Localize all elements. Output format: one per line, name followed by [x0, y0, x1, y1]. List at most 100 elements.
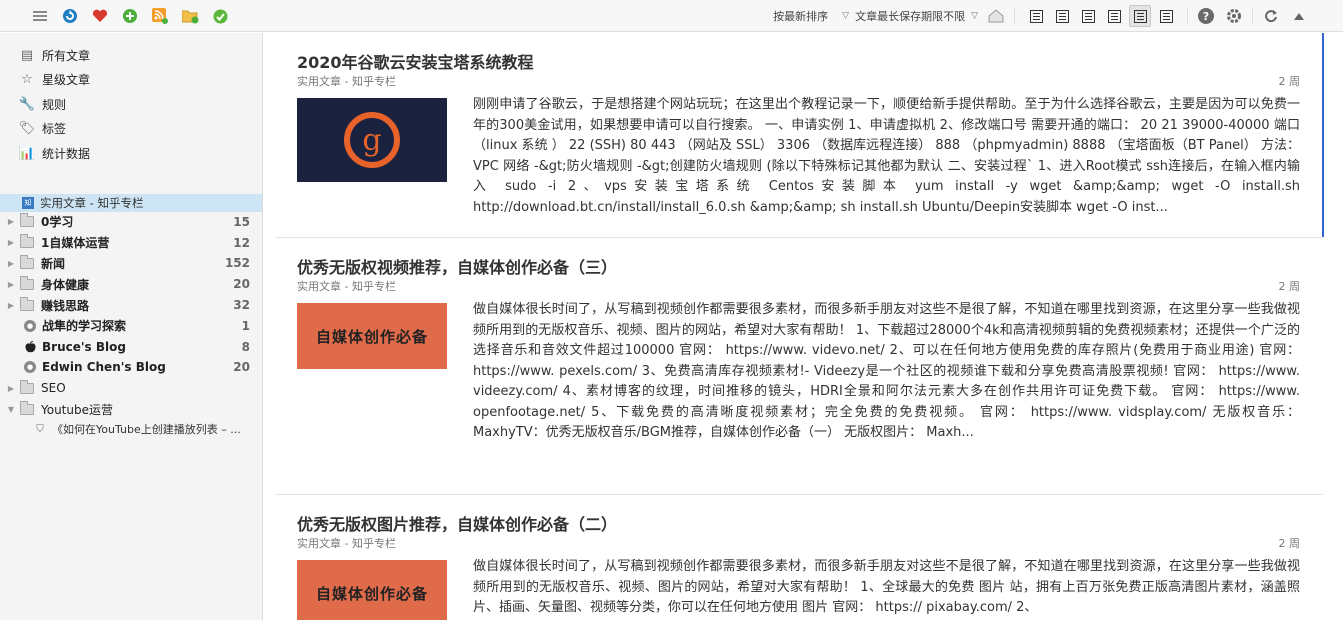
mark-all-read-icon[interactable] — [210, 6, 230, 26]
article-meta: 实用文章 - 知乎专栏 2 周 — [297, 73, 1300, 95]
view-layout-2-icon[interactable] — [1051, 5, 1073, 27]
thumbnail-logo-letter: g — [362, 123, 381, 158]
selected-feed[interactable]: 知 实用文章 - 知乎专栏 — [0, 193, 262, 212]
chevron-right-icon[interactable]: ▶ — [4, 280, 18, 289]
chevron-right-icon[interactable]: ▶ — [4, 301, 18, 310]
unread-count: 152 — [224, 256, 250, 271]
add-feed-icon[interactable] — [150, 6, 170, 26]
folder-icon — [20, 379, 34, 394]
thumbnail-text: 自媒体创作必备 — [315, 327, 428, 346]
help-icon[interactable]: ? — [1196, 6, 1216, 26]
nav-rules[interactable]: 🔧 规则 — [0, 92, 262, 117]
reload-icon[interactable] — [1261, 6, 1281, 26]
tree-feed-6[interactable]: Bruce's Blog 8 — [0, 336, 262, 357]
retention-dropdown[interactable]: 文章最长保存期限不限 — [855, 8, 965, 24]
feed-circle-icon: ● — [24, 319, 36, 332]
selected-feed-label: 实用文章 - 知乎专栏 — [40, 195, 144, 210]
folder-icon — [20, 213, 34, 228]
article-body: g 刚刚申请了谷歌云，于是想搭建个网站玩玩；在这里出个教程记录一下，顺便给新手提… — [297, 95, 1300, 218]
tree-folder-2[interactable]: ▶ 新闻 152 — [0, 253, 262, 274]
refresh-feeds-icon[interactable] — [60, 6, 80, 26]
unread-count: 20 — [233, 360, 250, 375]
view-layout-3-icon[interactable] — [1077, 5, 1099, 27]
shield-icon: ⛉ — [36, 423, 44, 435]
article-body: 自媒体创作必备 做自媒体很长时间了，从写稿到视频创作都需要很多素材，而很多新手朋… — [297, 300, 1300, 444]
toolbar-right-group: 按最新排序 ▽ 文章最长保存期限不限 ▽ ? — [767, 5, 1309, 27]
tree-label: 身体健康 — [41, 277, 90, 292]
sort-dropdown[interactable]: 按最新排序 — [773, 8, 828, 24]
article-item[interactable]: 2020年谷歌云安装宝塔系统教程 实用文章 - 知乎专栏 2 周 g 刚刚申请了… — [275, 33, 1323, 238]
thumbnail-text: 自媒体创作必备 — [315, 584, 428, 603]
view-layout-6-icon[interactable] — [1155, 5, 1177, 27]
menu-icon[interactable] — [30, 6, 50, 26]
folder-icon — [20, 296, 34, 311]
view-magazine-icon[interactable] — [1129, 5, 1151, 27]
article-list: 2020年谷歌云安装宝塔系统教程 实用文章 - 知乎专栏 2 周 g 刚刚申请了… — [275, 33, 1323, 620]
view-grid-icon[interactable] — [1103, 5, 1125, 27]
article-source[interactable]: 实用文章 - 知乎专栏 — [297, 535, 396, 557]
feed-circle-icon: ● — [24, 361, 36, 374]
nav-stats[interactable]: 📊 统计数据 — [0, 141, 262, 166]
tree-folder-9[interactable]: ▼ Youtube运营 — [0, 399, 262, 420]
tree-label: 1自媒体运营 — [41, 236, 110, 251]
folder-icon — [20, 234, 34, 249]
scroll-up-icon[interactable] — [1289, 6, 1309, 26]
toolbar-divider — [1187, 8, 1188, 24]
star-icon: ☆ — [21, 72, 33, 88]
article-thumbnail[interactable]: 自媒体创作必备 — [297, 303, 447, 369]
article-meta: 实用文章 - 知乎专栏 2 周 — [297, 535, 1300, 557]
chevron-right-icon[interactable]: ▶ — [4, 217, 18, 226]
article-meta: 实用文章 - 知乎专栏 2 周 — [297, 278, 1300, 300]
wrench-icon: 🔧 — [18, 96, 36, 112]
unread-count: 15 — [233, 214, 250, 229]
tree-folder-3[interactable]: ▶ 身体健康 20 — [0, 274, 262, 295]
tree-folder-1[interactable]: ▶ 1自媒体运营 12 — [0, 232, 262, 253]
stats-icon: 📊 — [18, 145, 36, 161]
article-item[interactable]: 优秀无版权视频推荐，自媒体创作必备（三） 实用文章 - 知乎专栏 2 周 自媒体… — [275, 238, 1323, 495]
add-icon[interactable] — [120, 6, 140, 26]
nav-starred[interactable]: ☆ 星级文章 — [0, 68, 262, 93]
home-icon[interactable] — [986, 6, 1006, 26]
article-thumbnail[interactable]: g — [297, 98, 447, 182]
chevron-down-icon[interactable]: ▽ — [842, 11, 849, 21]
sub-feed-item[interactable]: ⛉ 《如何在YouTube上创建播放列表 – ... — [0, 419, 262, 439]
nav-label: 标签 — [42, 122, 67, 137]
tree-folder-4[interactable]: ▶ 赚钱思路 32 — [0, 295, 262, 316]
tree-label: Bruce's Blog — [42, 339, 126, 354]
article-title[interactable]: 优秀无版权视频推荐，自媒体创作必备（三） — [297, 238, 1300, 278]
tree-feed-5[interactable]: ● 战隼的学习探索 1 — [0, 315, 262, 336]
heart-icon[interactable] — [90, 6, 110, 26]
tree-folder-8[interactable]: ▶ SEO — [0, 378, 262, 399]
tree-feed-7[interactable]: ● Edwin Chen's Blog 20 — [0, 357, 262, 378]
article-thumbnail[interactable]: 自媒体创作必备 — [297, 560, 447, 620]
chevron-right-icon[interactable]: ▶ — [4, 384, 18, 393]
nav-label: 星级文章 — [42, 73, 91, 88]
article-source[interactable]: 实用文章 - 知乎专栏 — [297, 278, 396, 300]
tag-icon: 🏷 — [18, 121, 36, 137]
chevron-down-icon[interactable]: ▽ — [971, 11, 978, 21]
unread-count: 20 — [233, 277, 250, 292]
nav-all-articles[interactable]: ▤ 所有文章 — [0, 43, 262, 68]
article-age: 2 周 — [1278, 280, 1301, 293]
rss-reader-app: 按最新排序 ▽ 文章最长保存期限不限 ▽ ? ▤ 所有文章 ☆ 星级文章 🔧 规… — [0, 0, 1343, 620]
nav-tags[interactable]: 🏷 标签 — [0, 117, 262, 142]
article-title[interactable]: 2020年谷歌云安装宝塔系统教程 — [297, 33, 1300, 73]
chevron-right-icon[interactable]: ▶ — [4, 259, 18, 268]
article-item[interactable]: 优秀无版权图片推荐，自媒体创作必备（二） 实用文章 - 知乎专栏 2 周 自媒体… — [275, 495, 1323, 620]
unread-count: 12 — [233, 235, 250, 250]
chevron-right-icon[interactable]: ▶ — [4, 238, 18, 247]
nav-label: 规则 — [42, 97, 67, 112]
tree-label: 赚钱思路 — [41, 298, 90, 313]
tree-label: 战隼的学习探索 — [42, 319, 127, 334]
gear-icon[interactable] — [1224, 6, 1244, 26]
tree-folder-0[interactable]: ▶ 0学习 15 — [0, 212, 262, 233]
article-source[interactable]: 实用文章 - 知乎专栏 — [297, 73, 396, 95]
toolbar-left-group — [30, 6, 230, 26]
article-excerpt: 做自媒体很长时间了，从写稿到视频创作都需要很多素材，而很多新手朋友对这些不是很了… — [473, 302, 1300, 440]
article-title[interactable]: 优秀无版权图片推荐，自媒体创作必备（二） — [297, 495, 1300, 535]
add-folder-icon[interactable] — [180, 6, 200, 26]
view-layout-1-icon[interactable] — [1025, 5, 1047, 27]
list-icon: ▤ — [20, 47, 34, 63]
article-age: 2 周 — [1278, 75, 1301, 88]
chevron-down-icon[interactable]: ▼ — [4, 405, 18, 414]
